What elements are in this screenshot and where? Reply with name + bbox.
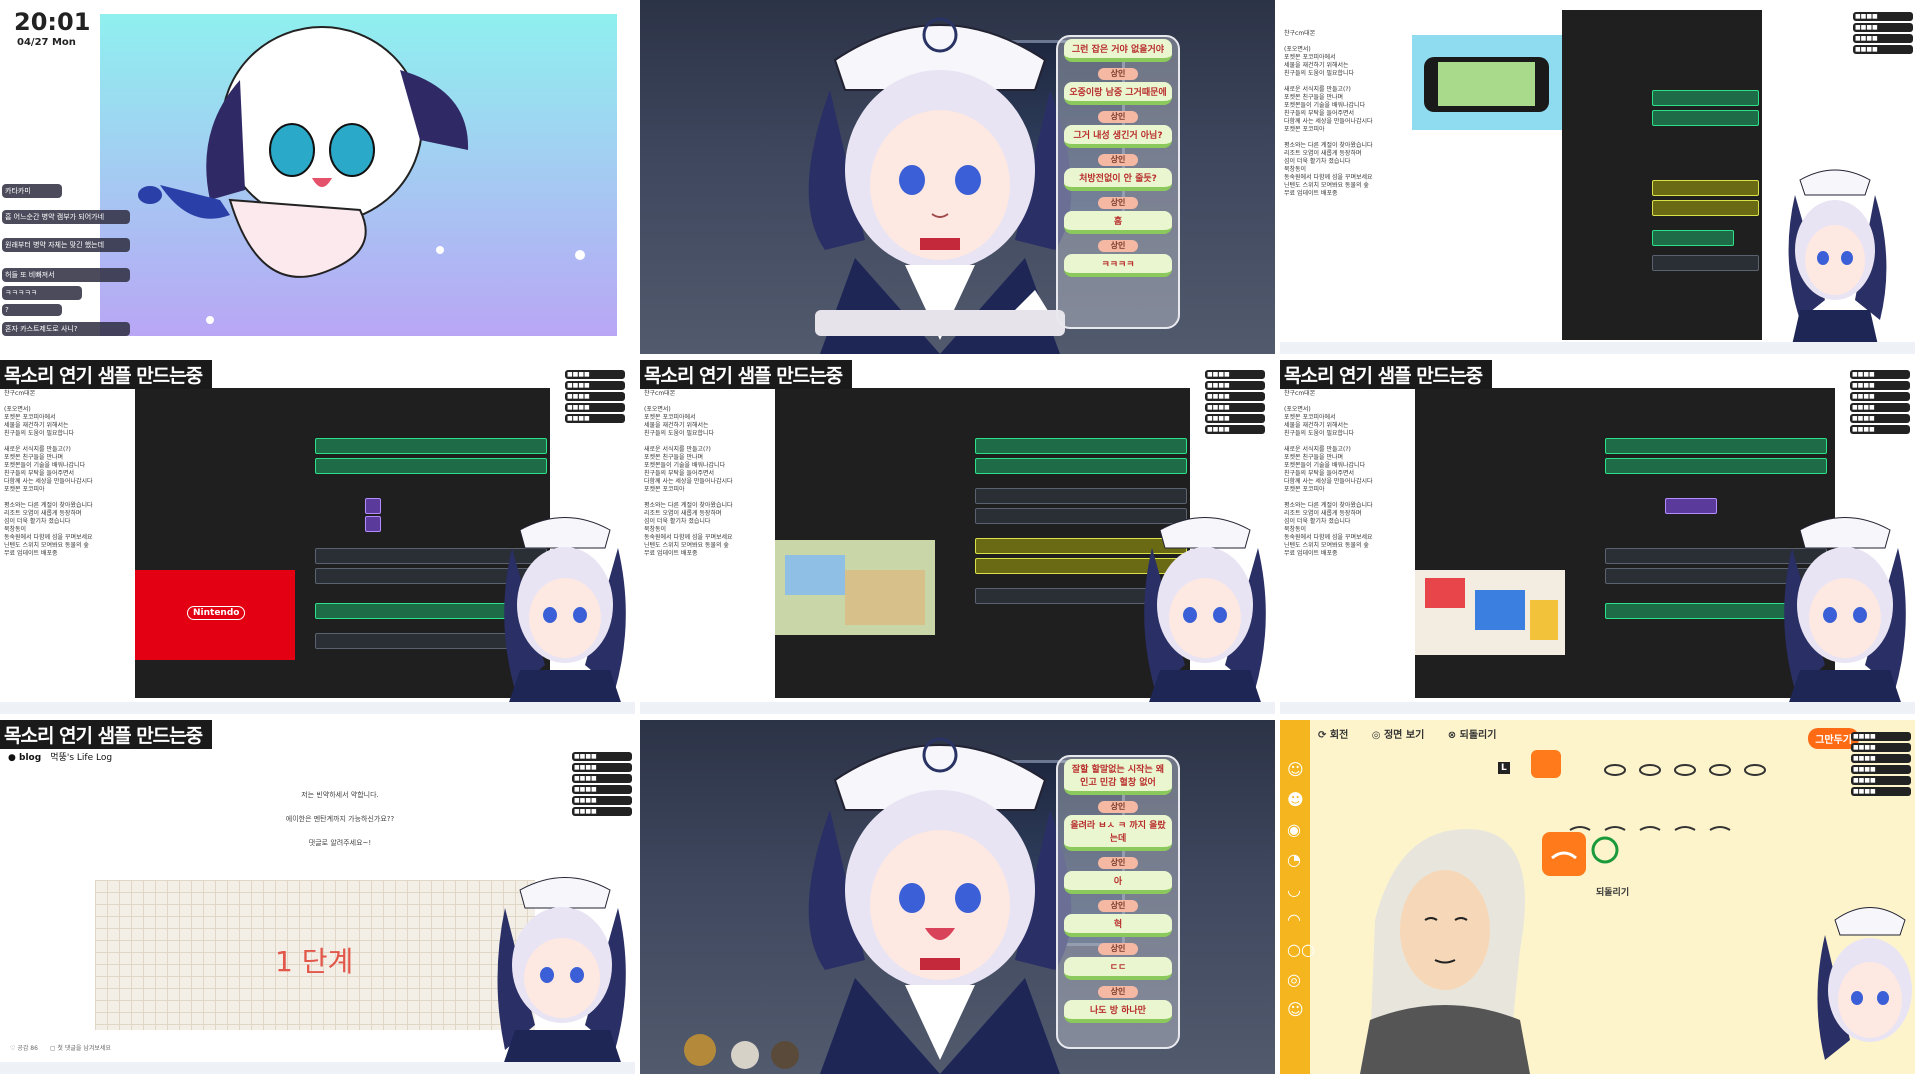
chat-bubble: 그런 잡은 거야 없을거야 [1064, 39, 1172, 62]
keyboard [815, 310, 1065, 336]
chat-bubble: 올려라 ㅂㅅ ㅋ 까지 올랐는데 [1064, 815, 1172, 851]
chat-message: 혼자 카스트제도로 사니? [2, 322, 130, 336]
stream-collage: 20:01 04/27 Mon 카타카미 흠 어느순간 병약 캠부가 되어가네 … [0, 0, 1915, 1075]
chibi-art-svg [100, 14, 617, 336]
tile-mii-maker: ☺ ☻ ◉ ◔ ◡ ◠ ○○ ◎ ☺ ⟳ 회전 ◎ 정면 보기 ⊗ 되돌리기 그만두기 L [1280, 720, 1915, 1074]
chat-bubble: 잘할 할말없는 시작는 왜인고 민감 혈창 없어 [1064, 759, 1172, 795]
stream-title-overlay: 목소리 연기 샘플 만드는중 [640, 360, 853, 389]
stream-title-overlay: 목소리 연기 샘플 만드는중 [0, 720, 213, 749]
stream-title-overlay: 목소리 연기 샘플 만드는중 [0, 360, 213, 389]
chat-user-label: 상인 [1098, 197, 1138, 209]
taskbar [1280, 702, 1915, 714]
chat-message: ? [2, 304, 62, 316]
chat-bubble: ㄷㄷ [1064, 957, 1172, 980]
chat-bubble-column: 그런 잡은 거야 없을거야 상인 오중이랑 남중 그거때문에 상인 그거 내성 … [1056, 35, 1180, 329]
taskbar [1280, 342, 1915, 354]
tile-editing-room: 찬구cm대본 (포오면서) 포켓몬 포코피아에서 세물을 재건하기 위해서는 친… [1280, 360, 1915, 714]
chat-user-label: 상인 [1098, 943, 1138, 955]
chat-message: 카타카미 [2, 184, 62, 198]
tile-blog: ● blog 먹뚱's Life Log 저는 빈약하세서 약합니다. 에이한은… [0, 720, 635, 1074]
clock-widget: 20:01 04/27 Mon [14, 8, 91, 49]
chat-bubble: 혁 [1064, 914, 1172, 937]
chat-bubble: 그거 내성 생긴거 아님? [1064, 125, 1172, 148]
clock-date: 04/27 Mon [14, 36, 91, 49]
chat-bubble: 아 [1064, 871, 1172, 894]
chat-message: ㅋㅋㅋㅋㅋ [2, 286, 82, 300]
chat-user-label: 상인 [1098, 111, 1138, 123]
chat-bubble: ㅋㅋㅋㅋ [1064, 254, 1172, 277]
chat-user-label: 상인 [1098, 154, 1138, 166]
chat-bubble: 나도 방 하나만 [1064, 1000, 1172, 1023]
chat-user-label: 상인 [1098, 68, 1138, 80]
side-chat: ■■■■ ■■■■ ■■■■ ■■■■ ■■■■ ■■■■ [1851, 730, 1911, 798]
chat-bubble-column: 잘할 할말없는 시작는 왜인고 민감 혈창 없어 상인 올려라 ㅂㅅ ㅋ 까지 … [1056, 755, 1180, 1049]
tile-editing-nintendo: 찬구cm대본 (포오면서) 포켓몬 포코피아에서 세물을 재건하기 위해서는 친… [0, 360, 635, 714]
tile-desktop-editing: 찬구cm대본 (포오면서) 포켓몬 포코피아에서 세물을 재건하기 위해서는 친… [1280, 0, 1915, 354]
streamer-avatar-small [1788, 169, 1887, 354]
tile-stream-room-2: 잘할 할말없는 시작는 왜인고 민감 혈창 없어 상인 올려라 ㅂㅅ ㅋ 까지 … [640, 720, 1275, 1074]
chat-bubble: 흠 [1064, 211, 1172, 234]
taskbar [0, 702, 635, 714]
chat-message: 허들 또 비빠져서 [2, 268, 130, 282]
undo-button[interactable]: 되돌리기 [1596, 885, 1629, 898]
streamer-avatar-small [497, 877, 626, 1074]
chat-user-label: 상인 [1098, 857, 1138, 869]
tile-chibi-art: 20:01 04/27 Mon 카타카미 흠 어느순간 병약 캠부가 되어가네 … [0, 0, 635, 354]
chat-user-label: 상인 [1098, 900, 1138, 912]
chat-user-label: 상인 [1098, 986, 1138, 998]
chat-user-label: 상인 [1098, 240, 1138, 252]
chat-bubble: 오중이랑 남중 그거때문에 [1064, 82, 1172, 105]
streamer-avatar-small [1784, 517, 1906, 714]
streamer-avatar-small [1144, 517, 1266, 714]
chat-bubble: 처방전없이 안 줄듯? [1064, 168, 1172, 191]
taskbar [640, 702, 1275, 714]
eye-options [1531, 750, 1766, 778]
stream-title-overlay: 목소리 연기 샘플 만드는중 [1280, 360, 1493, 389]
tile-editing-island: 찬구cm대본 (포오면서) 포켓몬 포코피아에서 세물을 재건하기 위해서는 친… [640, 360, 1275, 714]
chat-message: 원래부터 병약 자체는 맞긴 했는데 [2, 238, 130, 252]
tile-stream-room: 그런 잡은 거야 없을거야 상인 오중이랑 남중 그거때문에 상인 그거 내성 … [640, 0, 1275, 354]
taskbar [0, 1062, 635, 1074]
clock-time: 20:01 [14, 8, 91, 36]
chat-message: 흠 어느순간 병약 캠부가 되어가네 [2, 210, 130, 224]
chat-user-label: 상인 [1098, 801, 1138, 813]
streamer-avatar-small [504, 517, 626, 714]
